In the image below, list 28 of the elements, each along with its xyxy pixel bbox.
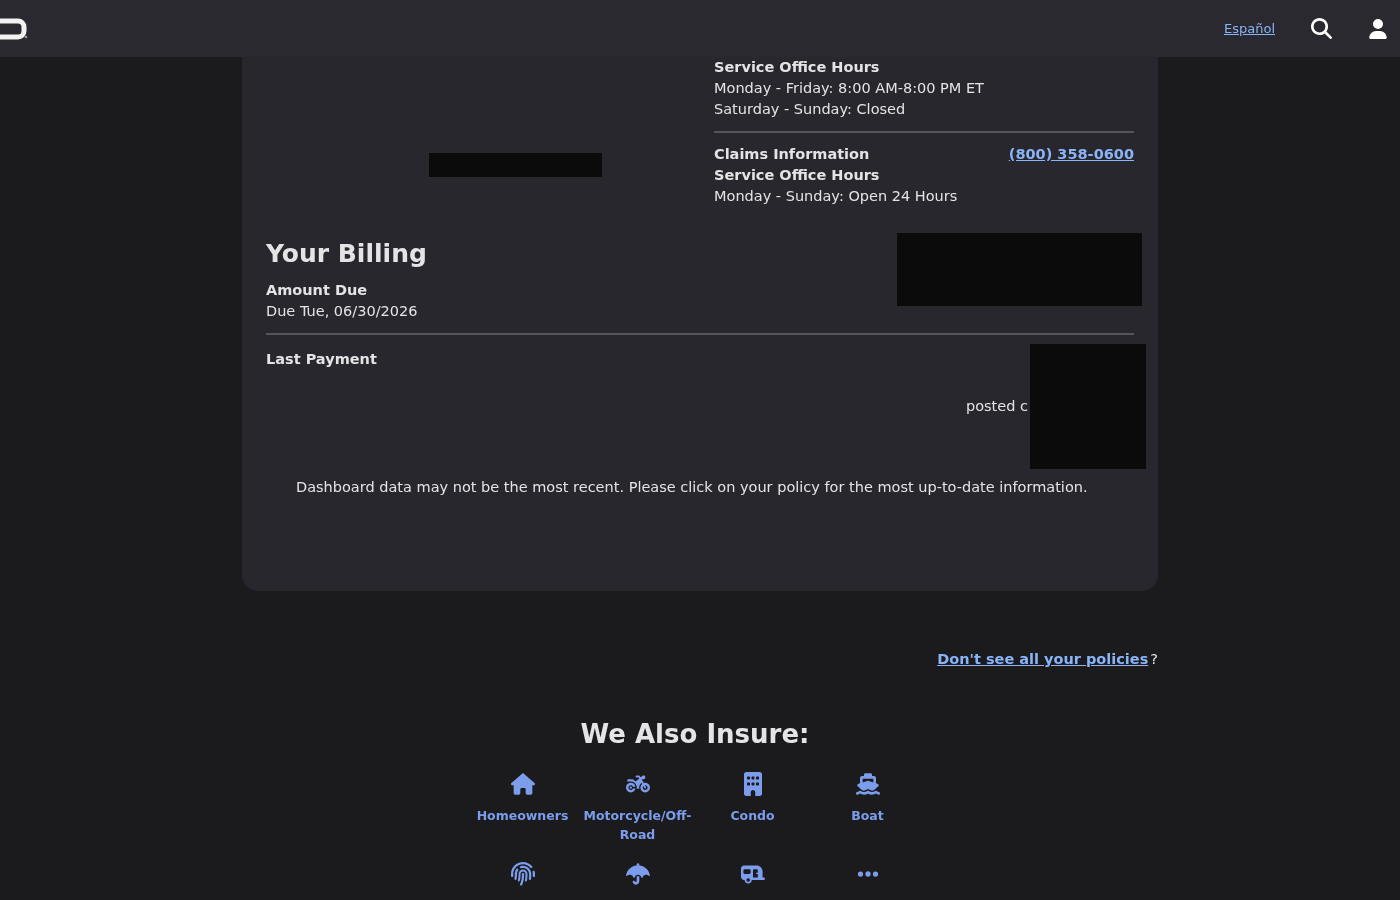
amount-due-label: Amount Due [266, 281, 369, 300]
question-mark: ? [1150, 650, 1158, 669]
billing-title: Your Billing [266, 238, 427, 270]
insurance-link[interactable]: Motorcycle/Off-Road [579, 805, 696, 844]
fingerprint-icon[interactable] [510, 861, 535, 886]
boat-icon[interactable] [855, 771, 880, 796]
insurance-link[interactable]: Boat [847, 805, 888, 825]
due-date-text: Due Tue, 06/30/2026 [266, 302, 419, 321]
user-icon[interactable] [1368, 18, 1388, 39]
hours-text: Monday - Sunday: Open 24 Hours [714, 187, 959, 206]
insurance-link[interactable]: Homeowners [472, 805, 573, 825]
section-heading: Claims Information [714, 145, 870, 164]
hours-text: Saturday - Sunday: Closed [714, 100, 907, 119]
phone-link[interactable]: (800) 358-0600 [1008, 144, 1134, 165]
section-heading: Service Office Hours [714, 58, 881, 77]
last-payment-label: Last Payment [266, 350, 377, 369]
language-link[interactable]: Español [1224, 18, 1275, 39]
search-icon[interactable] [1311, 18, 1332, 39]
insurance-link[interactable]: Condo [726, 805, 779, 825]
umbrella-icon[interactable] [625, 861, 650, 886]
notice-text: Dashboard data may not be the most recent. Please click on your policy for the most up-to-date information. [295, 478, 1089, 497]
payment-posted-text: posted c [965, 396, 1028, 416]
policies-link[interactable]: Don't see all your policies [937, 649, 1149, 671]
section-heading: Service Office Hours [714, 166, 881, 185]
section-title: We Also Insure: [579, 717, 811, 751]
logo-icon[interactable] [0, 17, 28, 40]
hours-text: Monday - Friday: 8:00 AM-8:00 PM ET [714, 79, 985, 98]
house-icon[interactable] [510, 771, 535, 796]
